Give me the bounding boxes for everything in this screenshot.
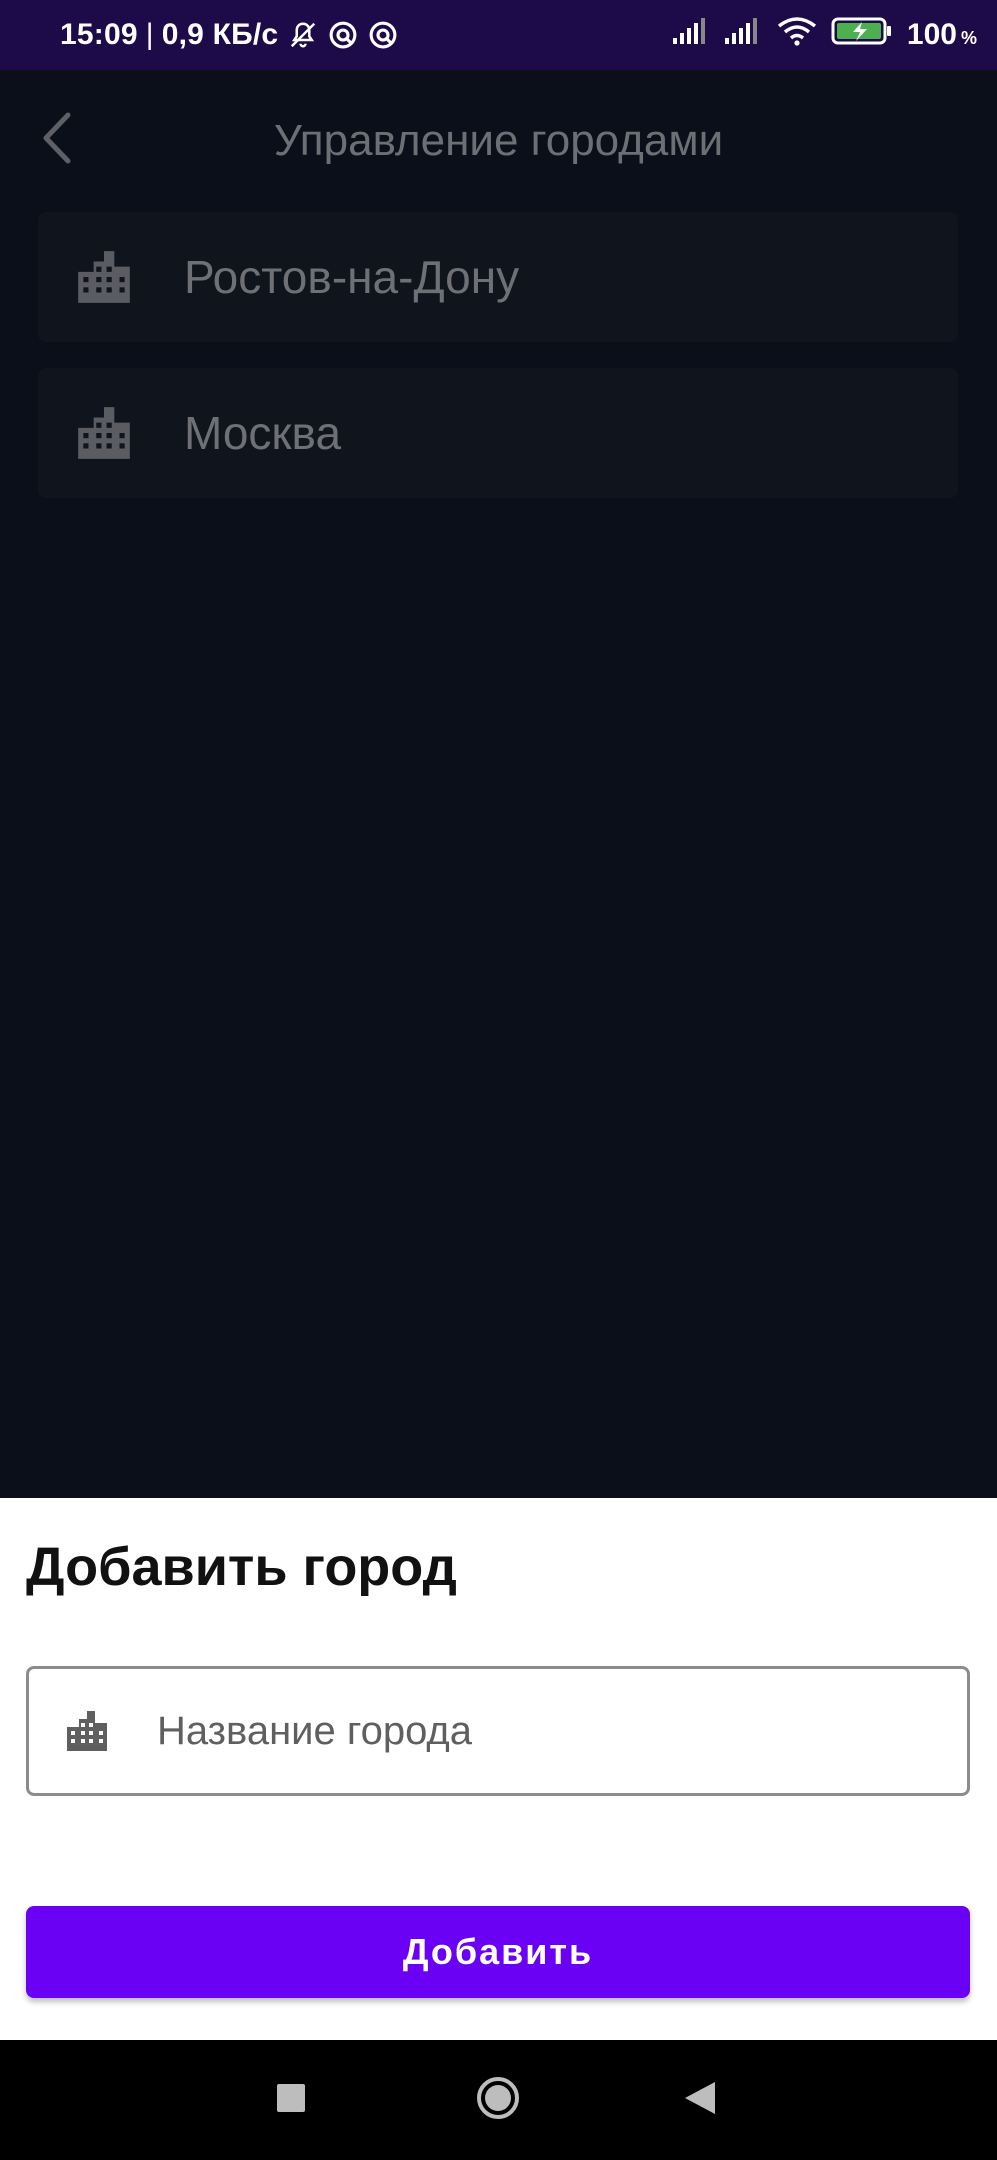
status-right: 100%: [672, 0, 977, 70]
status-time: 15:09: [60, 18, 138, 51]
nav-back-button[interactable]: [650, 2040, 750, 2160]
city-name-input[interactable]: [155, 1707, 919, 1755]
city-name-field[interactable]: [26, 1666, 970, 1796]
wifi-icon: [777, 16, 817, 54]
battery-level: 100: [906, 18, 957, 51]
city-name: Москва: [184, 407, 342, 459]
home-icon: [475, 2075, 521, 2126]
signal-icon: [672, 18, 711, 52]
back-icon: [683, 2080, 717, 2121]
city-list-item[interactable]: Москва: [38, 368, 958, 498]
building-icon: [72, 401, 136, 465]
status-bar: 15:09 | 0,9 КБ/с 100 %: [0, 0, 997, 70]
page-title: Управление городами: [273, 116, 724, 165]
city-name: Ростов-на-Дону: [184, 251, 520, 303]
sheet-title: Добавить город: [26, 1537, 457, 1597]
status-left: 15:09 | 0,9 КБ/с: [60, 0, 398, 70]
battery-unit: %: [960, 28, 977, 48]
signal-icon: [724, 18, 763, 52]
add-city-bottom-sheet: Добавить город Добавить: [0, 1498, 997, 2040]
recents-button[interactable]: [241, 2040, 341, 2160]
system-nav-bar: [0, 2040, 997, 2160]
vpn-icon: [368, 20, 398, 50]
network-speed: 0,9 КБ/с: [161, 18, 279, 51]
bell-off-icon: [288, 20, 318, 50]
battery-percentage: 100%: [907, 18, 977, 52]
building-icon: [72, 245, 136, 309]
status-separator: |: [145, 18, 154, 51]
add-city-button[interactable]: Добавить: [26, 1906, 970, 1998]
recents-icon: [276, 2083, 306, 2118]
screen: 15:09 | 0,9 КБ/с 100 % Управление города…: [0, 0, 997, 2160]
building-icon: [63, 1707, 111, 1755]
city-list-item[interactable]: Ростов-на-Дону: [38, 212, 958, 342]
top-app-bar: Управление городами: [0, 70, 997, 212]
vpn-icon: [328, 20, 358, 50]
home-button[interactable]: [448, 2040, 548, 2160]
app-area-dimmed: Управление городами Ростов-на-Дону Москв…: [0, 70, 997, 1498]
battery-charging-icon: [831, 16, 893, 54]
